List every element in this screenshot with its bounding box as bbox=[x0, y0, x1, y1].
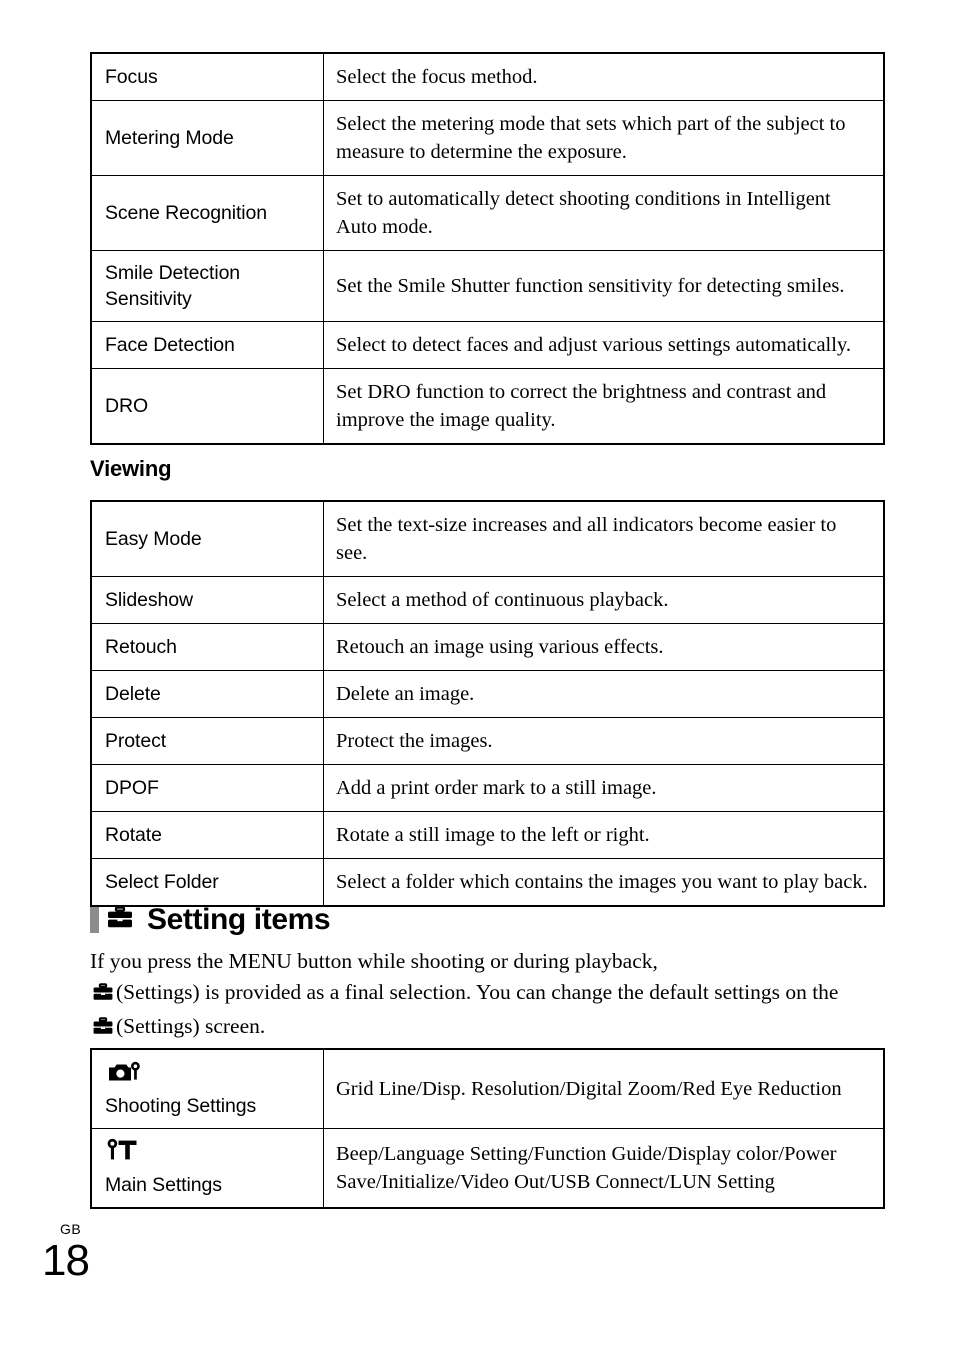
page-footer: GB 18 bbox=[42, 1221, 90, 1285]
paragraph-line-3: (Settings) screen. bbox=[116, 1014, 266, 1038]
description-cell: Set the text-size increases and all indi… bbox=[323, 500, 885, 577]
table-row: Smile Detection Sensitivity Set the Smil… bbox=[90, 250, 885, 322]
description-cell: Set to automatically detect shooting con… bbox=[323, 175, 885, 251]
setting-items-heading: Setting items bbox=[90, 903, 331, 937]
description-cell: Beep/Language Setting/Function Guide/Dis… bbox=[323, 1128, 885, 1209]
term-cell: Easy Mode bbox=[90, 500, 324, 577]
page-number: 18 bbox=[42, 1236, 90, 1285]
table-row: Delete Delete an image. bbox=[90, 670, 885, 718]
viewing-section-heading: Viewing bbox=[90, 456, 172, 481]
table-row: Slideshow Select a method of continuous … bbox=[90, 576, 885, 624]
setting-items-paragraph: If you press the MENU button while shoot… bbox=[90, 946, 850, 1045]
term-cell: Protect bbox=[90, 717, 324, 765]
camera-wrench-icon bbox=[105, 1059, 323, 1092]
term-label: Shooting Settings bbox=[105, 1095, 257, 1117]
table-row: Protect Protect the images. bbox=[90, 717, 885, 765]
description-cell: Retouch an image using various effects. bbox=[323, 623, 885, 671]
term-cell: Metering Mode bbox=[90, 100, 324, 176]
description-cell: Select a method of continuous playback. bbox=[323, 576, 885, 624]
region-code: GB bbox=[60, 1221, 82, 1237]
term-label: Main Settings bbox=[105, 1174, 222, 1196]
term-cell: Rotate bbox=[90, 811, 324, 859]
paragraph-line-1: If you press the MENU button while shoot… bbox=[90, 949, 658, 973]
term-cell: DRO bbox=[90, 368, 324, 445]
term-cell: Smile Detection Sensitivity bbox=[90, 250, 324, 322]
table-row: Select Folder Select a folder which cont… bbox=[90, 858, 885, 907]
document-page: Focus Select the focus method. Metering … bbox=[0, 0, 954, 1345]
description-cell: Set DRO function to correct the brightne… bbox=[323, 368, 885, 445]
description-cell: Grid Line/Disp. Resolution/Digital Zoom/… bbox=[323, 1048, 885, 1129]
table-row: Rotate Rotate a still image to the left … bbox=[90, 811, 885, 859]
table-row: Easy Mode Set the text-size increases an… bbox=[90, 500, 885, 577]
description-cell: Select the focus method. bbox=[323, 52, 885, 101]
setting-items-heading-text: Setting items bbox=[147, 903, 331, 936]
term-cell: DPOF bbox=[90, 764, 324, 812]
toolbox-icon bbox=[92, 1014, 114, 1045]
table-row: Shooting Settings Grid Line/Disp. Resolu… bbox=[90, 1048, 885, 1129]
description-cell: Delete an image. bbox=[323, 670, 885, 718]
table-row: Metering Mode Select the metering mode t… bbox=[90, 100, 885, 176]
term-cell: Delete bbox=[90, 670, 324, 718]
term-cell: Shooting Settings bbox=[90, 1048, 324, 1129]
viewing-items-table: Easy Mode Set the text-size increases an… bbox=[90, 500, 885, 907]
description-cell: Protect the images. bbox=[323, 717, 885, 765]
table-row: Scene Recognition Set to automatically d… bbox=[90, 175, 885, 251]
description-cell: Select to detect faces and adjust variou… bbox=[323, 321, 885, 369]
paragraph-line-2: (Settings) is provided as a final select… bbox=[116, 980, 839, 1004]
term-cell: Select Folder bbox=[90, 858, 324, 907]
term-cell: Main Settings bbox=[90, 1128, 324, 1209]
term-cell: Scene Recognition bbox=[90, 175, 324, 251]
table-row: Main Settings Beep/Language Setting/Func… bbox=[90, 1128, 885, 1209]
shooting-items-table: Focus Select the focus method. Metering … bbox=[90, 52, 885, 445]
term-cell: Retouch bbox=[90, 623, 324, 671]
table-row: DRO Set DRO function to correct the brig… bbox=[90, 368, 885, 445]
table-row: Retouch Retouch an image using various e… bbox=[90, 623, 885, 671]
toolbox-icon bbox=[106, 905, 134, 935]
heading-accent-bar bbox=[90, 907, 99, 933]
term-cell: Face Detection bbox=[90, 321, 324, 369]
table-row: Focus Select the focus method. bbox=[90, 52, 885, 101]
description-cell: Add a print order mark to a still image. bbox=[323, 764, 885, 812]
table-row: DPOF Add a print order mark to a still i… bbox=[90, 764, 885, 812]
description-cell: Rotate a still image to the left or righ… bbox=[323, 811, 885, 859]
term-cell: Focus bbox=[90, 52, 324, 101]
description-cell: Select the metering mode that sets which… bbox=[323, 100, 885, 176]
toolbox-icon bbox=[92, 980, 114, 1011]
term-cell: Slideshow bbox=[90, 576, 324, 624]
description-cell: Set the Smile Shutter function sensitivi… bbox=[323, 250, 885, 322]
table-row: Face Detection Select to detect faces an… bbox=[90, 321, 885, 369]
wrench-hammer-icon bbox=[105, 1138, 323, 1171]
description-cell: Select a folder which contains the image… bbox=[323, 858, 885, 907]
settings-categories-table: Shooting Settings Grid Line/Disp. Resolu… bbox=[90, 1048, 885, 1209]
